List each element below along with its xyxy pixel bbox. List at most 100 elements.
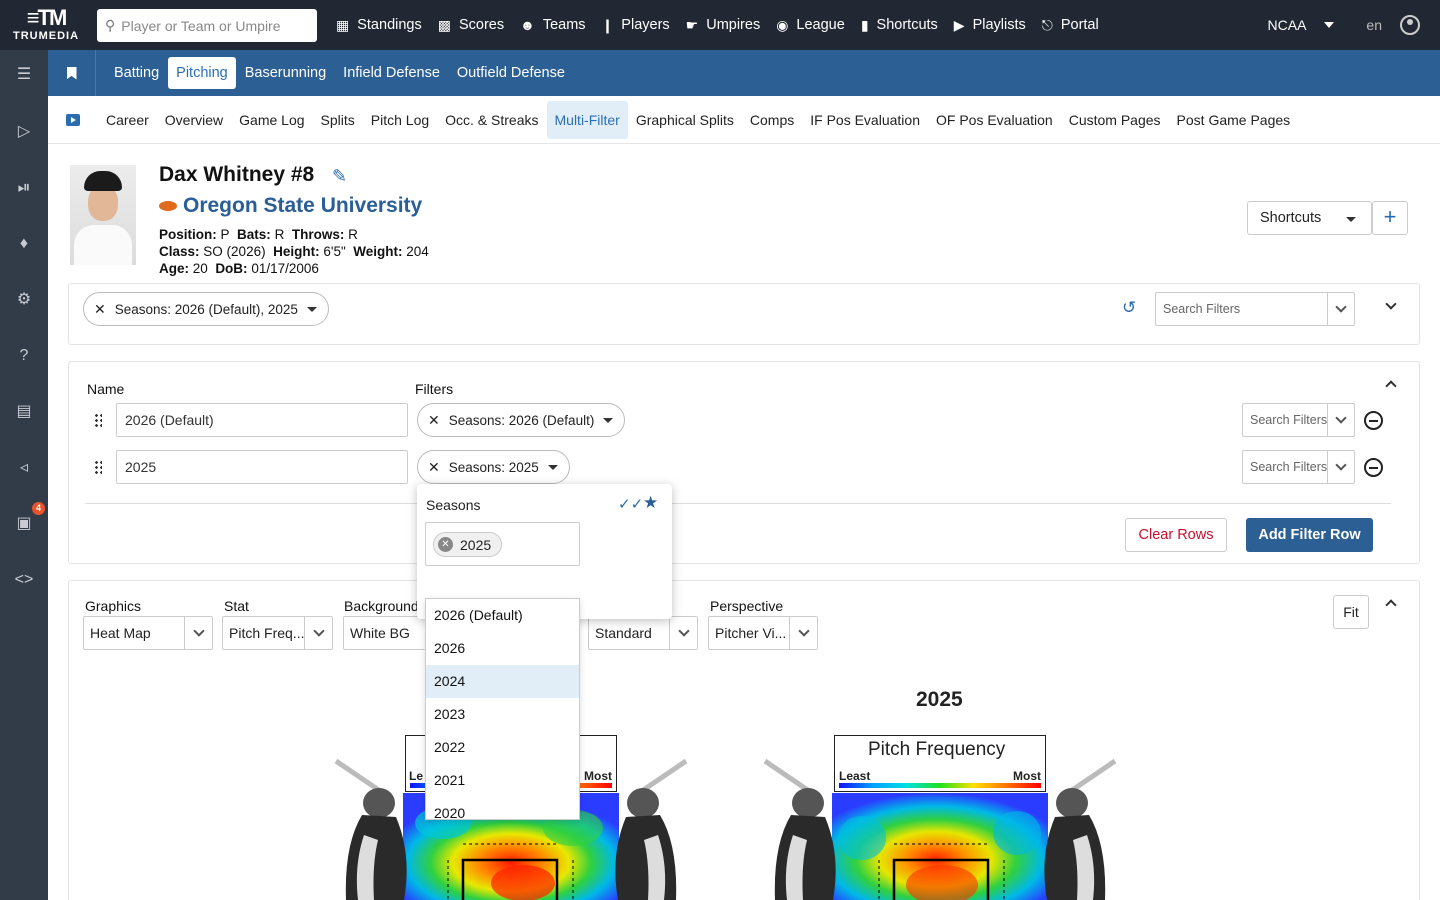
help-icon[interactable]: ?: [14, 346, 34, 366]
collapse-chevron-icon[interactable]: [1385, 380, 1397, 392]
remove-tag-icon[interactable]: ✕: [438, 537, 453, 552]
graphics-select[interactable]: Heat Map: [83, 616, 213, 650]
search-filters-input[interactable]: [1243, 460, 1329, 474]
shortcuts-label: Shortcuts: [1260, 210, 1322, 226]
nav-players[interactable]: ❙ Players: [602, 17, 670, 34]
season-option[interactable]: 2020: [426, 797, 579, 819]
season-option[interactable]: 2026: [426, 632, 579, 665]
nav-shortcuts[interactable]: ▮ Shortcuts: [861, 17, 938, 34]
row-name-input[interactable]: [116, 450, 408, 484]
nav-umpires[interactable]: ☛ Umpires: [686, 17, 761, 34]
tab-occ-streaks[interactable]: Occ. & Streaks: [437, 101, 546, 139]
nav-league[interactable]: ◉ League: [776, 17, 845, 34]
megaphone-icon[interactable]: ◃: [14, 458, 34, 478]
chip-label: Seasons: 2025: [448, 459, 539, 475]
tab-game-log[interactable]: Game Log: [231, 101, 312, 139]
row-season-chip[interactable]: ✕ Seasons: 2026 (Default): [417, 403, 626, 437]
row-name-input[interactable]: [116, 403, 408, 437]
nav-label: Players: [621, 17, 670, 33]
nav-teams[interactable]: ☻ Teams: [520, 17, 585, 33]
season-option[interactable]: 2024: [426, 665, 579, 698]
global-search-input[interactable]: [121, 17, 302, 34]
tab-post-game-pages[interactable]: Post Game Pages: [1169, 101, 1299, 139]
tab-graphical-splits[interactable]: Graphical Splits: [628, 101, 742, 139]
fit-button[interactable]: Fit: [1333, 595, 1369, 629]
tab-splits[interactable]: Splits: [313, 101, 363, 139]
bookmark-icon: [66, 66, 77, 80]
nav-label: Umpires: [706, 17, 761, 33]
close-icon[interactable]: ✕: [94, 301, 106, 318]
gear-icon[interactable]: ⚙: [14, 290, 34, 310]
tab-pitching[interactable]: Pitching: [168, 57, 236, 89]
trumedia-logo[interactable]: ≡TM TRUMEDIA: [0, 0, 92, 50]
chevron-down-icon[interactable]: [1327, 293, 1354, 325]
code-icon[interactable]: <>: [14, 570, 34, 590]
tab-baserunning[interactable]: Baserunning: [237, 57, 334, 89]
tab-career[interactable]: Career: [98, 101, 157, 139]
drag-handle-icon[interactable]: [94, 413, 102, 427]
select-all-icon[interactable]: ✓✓: [618, 495, 643, 513]
collapse-chevron-icon[interactable]: [1385, 298, 1397, 310]
video-icon[interactable]: ▷: [14, 122, 34, 142]
tab-multi-filter[interactable]: Multi-Filter: [546, 100, 628, 139]
play-circle-icon[interactable]: ⏯: [14, 178, 34, 198]
reset-icon[interactable]: ↺: [1122, 298, 1136, 318]
users-icon: ☻: [520, 17, 535, 33]
stat-select[interactable]: Pitch Freq...: [222, 616, 333, 650]
search-filters-input[interactable]: [1156, 302, 1326, 316]
shortcuts-button[interactable]: Shortcuts: [1247, 201, 1372, 235]
tab-comps[interactable]: Comps: [742, 101, 802, 139]
bio-line-3: Age: 20 DoB: 01/17/2006: [159, 261, 319, 276]
clear-rows-button[interactable]: Clear Rows: [1125, 518, 1227, 552]
global-season-chip[interactable]: ✕ Seasons: 2026 (Default), 2025: [83, 292, 329, 326]
book-icon[interactable]: ▤: [14, 402, 34, 422]
filter-icon[interactable]: ☰: [14, 65, 34, 85]
tab-batting[interactable]: Batting: [106, 57, 167, 89]
remove-row-icon[interactable]: [1364, 411, 1383, 430]
tab-infield-defense[interactable]: Infield Defense: [335, 57, 448, 89]
school-link[interactable]: Oregon State University: [183, 194, 422, 218]
chevron-down-icon[interactable]: [1327, 404, 1354, 436]
edit-icon[interactable]: ✎: [332, 166, 347, 187]
nav-playlists[interactable]: ▶ Playlists: [954, 17, 1026, 34]
season-option[interactable]: 2023: [426, 698, 579, 731]
chevron-down-icon: [1346, 217, 1356, 222]
drag-handle-icon[interactable]: [94, 460, 102, 474]
remove-row-icon[interactable]: [1364, 458, 1383, 477]
close-icon[interactable]: ✕: [428, 412, 440, 429]
cards-icon[interactable]: ♦: [14, 234, 34, 254]
perspective-select[interactable]: Pitcher Vi...: [708, 616, 818, 650]
collapse-chevron-icon[interactable]: [1385, 599, 1397, 611]
star-icon[interactable]: ★: [643, 493, 658, 513]
nav-portal[interactable]: ⎋ Portal: [1042, 17, 1099, 34]
row-season-chip[interactable]: ✕ Seasons: 2025: [417, 450, 570, 484]
chevron-down-icon[interactable]: [1327, 451, 1354, 483]
season-option[interactable]: 2021: [426, 764, 579, 797]
close-icon[interactable]: ✕: [428, 459, 440, 476]
chevron-down-icon[interactable]: [1324, 22, 1335, 28]
tab-overview[interactable]: Overview: [157, 101, 231, 139]
add-filter-row-button[interactable]: Add Filter Row: [1246, 518, 1373, 552]
image-icon[interactable]: ▣: [14, 514, 34, 534]
tab-custom-pages[interactable]: Custom Pages: [1061, 101, 1169, 139]
video-icon[interactable]: [66, 113, 80, 126]
user-icon[interactable]: [1400, 15, 1420, 35]
nav-scores[interactable]: ▩ Scores: [438, 17, 504, 34]
add-button[interactable]: +: [1372, 201, 1408, 235]
seasons-multiselect[interactable]: ✕ 2025: [425, 522, 580, 566]
league-selector[interactable]: NCAA: [1268, 17, 1307, 33]
divider: [85, 503, 1391, 504]
season-option[interactable]: 2022: [426, 731, 579, 764]
season-option[interactable]: 2026 (Default): [426, 599, 579, 632]
tab-pitch-log[interactable]: Pitch Log: [363, 101, 437, 139]
nav-standings[interactable]: ▦ Standings: [336, 17, 422, 34]
language-selector[interactable]: en: [1366, 17, 1382, 33]
perspective-label: Perspective: [710, 598, 784, 614]
tab-outfield-defense[interactable]: Outfield Defense: [449, 57, 573, 89]
tab-if-pos-evaluation[interactable]: IF Pos Evaluation: [802, 101, 928, 139]
tab-of-pos-evaluation[interactable]: OF Pos Evaluation: [928, 101, 1061, 139]
scale-select[interactable]: Standard: [588, 616, 698, 650]
search-filters-input[interactable]: [1243, 413, 1329, 427]
baseballs-icon: ◉: [776, 16, 789, 33]
bookmark-tab[interactable]: [48, 50, 96, 96]
